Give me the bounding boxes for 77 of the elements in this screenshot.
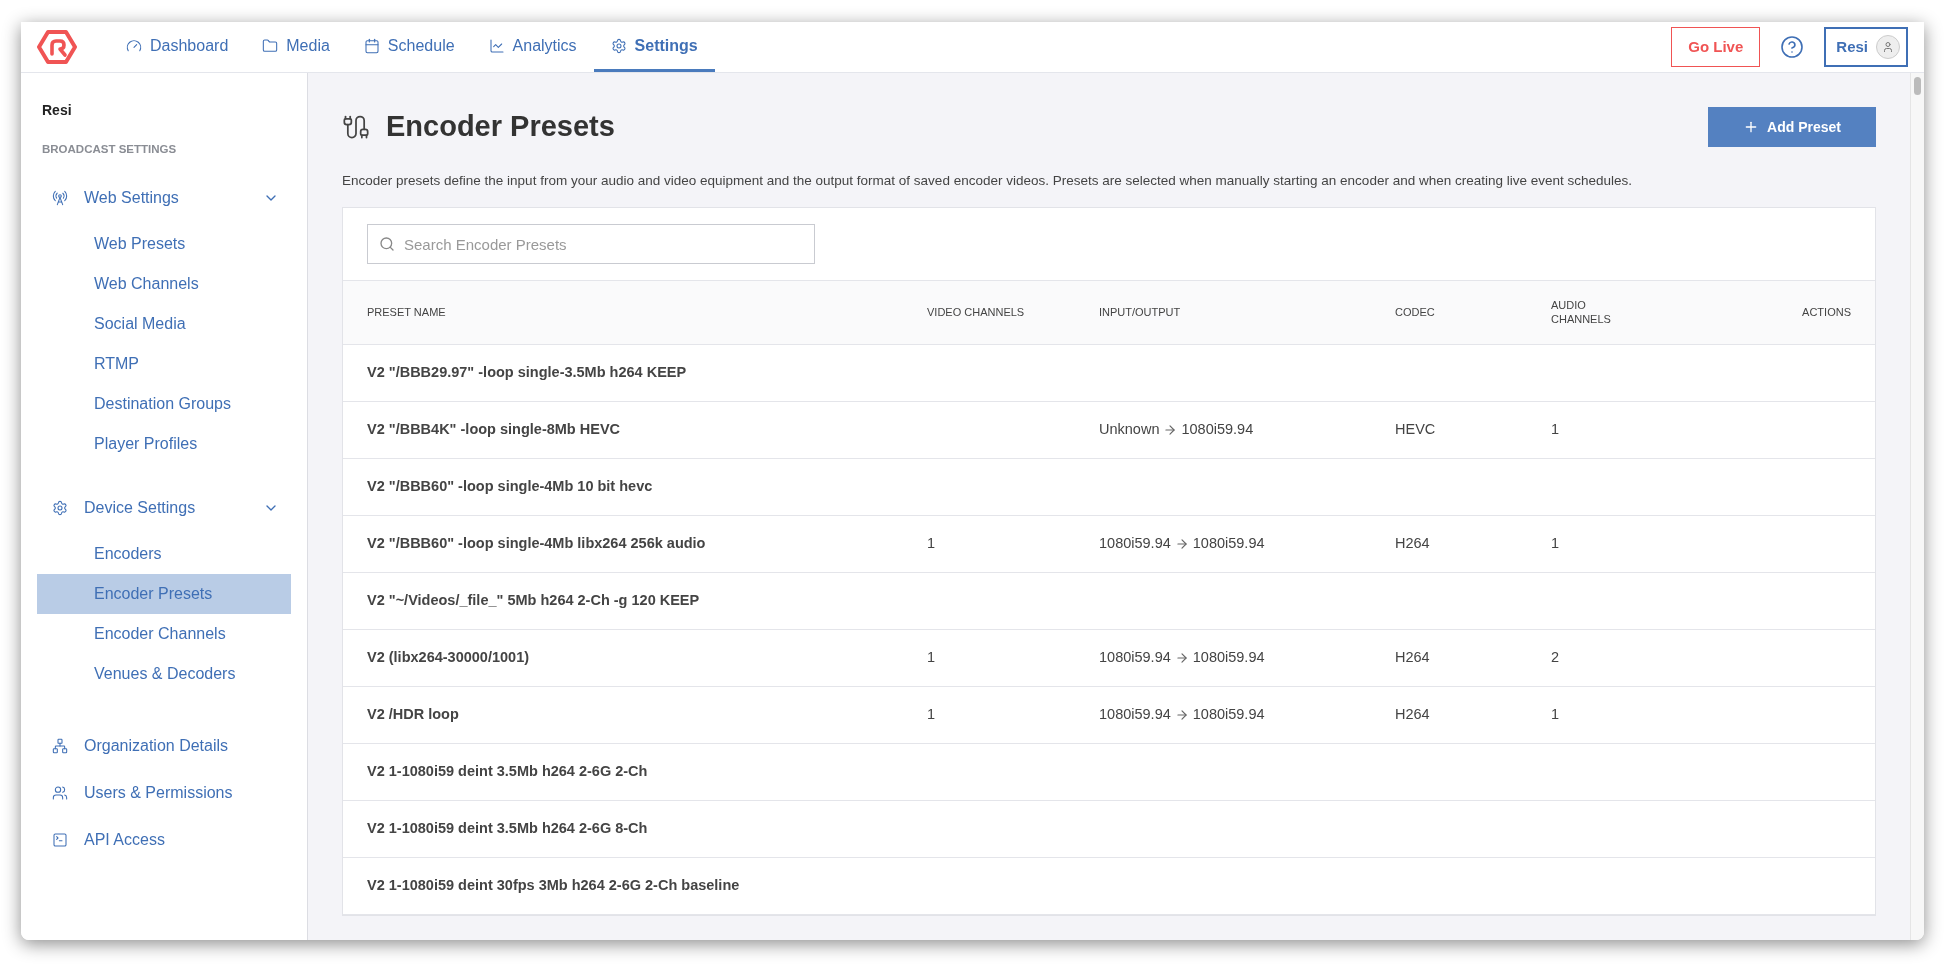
- users-icon: [52, 784, 68, 801]
- sidebar-item[interactable]: Venues & Decoders: [37, 654, 291, 695]
- section-heading: BROADCAST SETTINGS: [41, 142, 178, 157]
- sidebar-item[interactable]: RTMP: [37, 344, 291, 385]
- nav-tab[interactable]: Schedule: [346, 22, 472, 72]
- column-header: INPUT/OUTPUT: [1099, 305, 1182, 320]
- sidebar-item[interactable]: Social Media: [37, 304, 291, 345]
- sidebar-item[interactable]: Destination Groups: [37, 384, 291, 425]
- preset-name: V2 1-1080i59 deint 3.5Mb h264 2-6G 2-Ch: [367, 762, 649, 782]
- organization-name: Resi: [41, 101, 73, 120]
- folder-icon: [262, 37, 279, 54]
- column-header: AUDIO CHANNELS: [1551, 299, 1612, 327]
- table-cell-text: 1080i59.94: [1192, 648, 1265, 668]
- table-cell-text: 1080i59.94: [1099, 648, 1171, 668]
- help-icon[interactable]: [1780, 35, 1805, 59]
- network-icon: [52, 737, 68, 754]
- nav-tab[interactable]: Dashboard: [109, 22, 246, 72]
- user-menu-button[interactable]: Resi: [1824, 27, 1908, 67]
- table-cell-text: 1080i59.94: [1181, 420, 1254, 440]
- sidebar-item[interactable]: Encoder Channels: [37, 614, 291, 655]
- table-cell-text: 1080i59.94: [1099, 705, 1171, 725]
- column-header: CODEC: [1395, 305, 1436, 320]
- nav-tab[interactable]: Analytics: [471, 22, 594, 72]
- sidebar-item[interactable]: Encoders: [37, 534, 291, 575]
- logo-icon: [37, 30, 77, 64]
- table-cell-text: 1080i59.94: [1099, 534, 1171, 554]
- table-cell-text: Unknown: [1099, 420, 1160, 440]
- settings-icon: [610, 37, 627, 54]
- table-cell: 1: [1551, 421, 1560, 438]
- sidebar-item[interactable]: Player Profiles: [37, 424, 291, 465]
- antenna-icon: [52, 190, 68, 207]
- preset-name: V2 "/BBB60" -loop single-4Mb 10 bit hevc: [367, 477, 654, 497]
- gauge-icon: [126, 37, 142, 54]
- page-title: Encoder Presets: [386, 109, 615, 145]
- table-cell: 1: [1551, 535, 1560, 552]
- search-icon: [379, 236, 395, 253]
- sidebar-item[interactable]: Web Channels: [37, 264, 291, 305]
- table-cell: 2: [1551, 649, 1560, 666]
- preset-name: V2 (libx264-30000/1001): [367, 648, 531, 668]
- sidebar-group[interactable]: Device Settings: [37, 486, 291, 531]
- nav-tab[interactable]: Media: [245, 22, 347, 72]
- preset-name: V2 "/BBB29.97" -loop single-3.5Mb h264 KEEP: [367, 363, 688, 383]
- table-cell: 1: [927, 535, 936, 552]
- calendar-icon: [363, 37, 380, 54]
- sidebar-item[interactable]: Encoder Presets: [37, 574, 291, 615]
- column-header: PRESET NAME: [367, 305, 447, 320]
- avatar-icon: [1876, 35, 1900, 59]
- table-cell: 1: [1551, 706, 1560, 723]
- line-chart-icon: [488, 37, 505, 54]
- add-preset-button[interactable]: Add Preset: [1708, 107, 1876, 147]
- preset-name: V2 "/BBB4K" -loop single-8Mb HEVC: [367, 420, 622, 440]
- column-header: ACTIONS: [1801, 305, 1851, 320]
- page-description: Encoder presets define the input from your audio and video equipment and the output format of saved encoder videos. Presets are selected when manually starting an encoder and when creating live event schedules.: [342, 172, 1634, 190]
- preset-name: V2 /HDR loop: [367, 705, 460, 725]
- table-cell: HEVC: [1395, 421, 1436, 438]
- table-cell-text: 1080i59.94: [1192, 534, 1265, 554]
- preset-name: V2 1-1080i59 deint 30fps 3Mb h264 2-6G 2-Ch baseline: [367, 876, 741, 896]
- search-field[interactable]: Search Encoder Presets: [367, 224, 815, 265]
- settings-icon: [52, 500, 68, 517]
- sidebar-item[interactable]: Web Presets: [37, 224, 291, 265]
- sidebar-link[interactable]: Users & Permissions: [37, 769, 291, 817]
- table-cell-text: 1080i59.94: [1192, 705, 1265, 725]
- preset-name: V2 "~/Videos/_file_" 5Mb h264 2-Ch -g 120 KEEP: [367, 591, 701, 611]
- sidebar-group[interactable]: Web Settings: [37, 176, 291, 221]
- preset-name: V2 1-1080i59 deint 3.5Mb h264 2-6G 8-Ch: [367, 819, 649, 839]
- go-live-button[interactable]: Go Live: [1671, 27, 1761, 67]
- terminal-icon: [52, 831, 68, 848]
- cable-icon: [342, 113, 370, 141]
- table-cell: 1: [927, 706, 936, 723]
- table-cell: 1: [927, 649, 936, 666]
- sidebar-link[interactable]: Organization Details: [37, 722, 291, 770]
- preset-name: V2 "/BBB60" -loop single-4Mb libx264 256k audio: [367, 534, 707, 554]
- column-header: VIDEO CHANNELS: [927, 305, 1026, 320]
- table-cell: H264: [1395, 706, 1430, 723]
- table-cell: H264: [1395, 649, 1430, 666]
- table-cell: H264: [1395, 535, 1430, 552]
- sidebar-link[interactable]: API Access: [37, 816, 291, 864]
